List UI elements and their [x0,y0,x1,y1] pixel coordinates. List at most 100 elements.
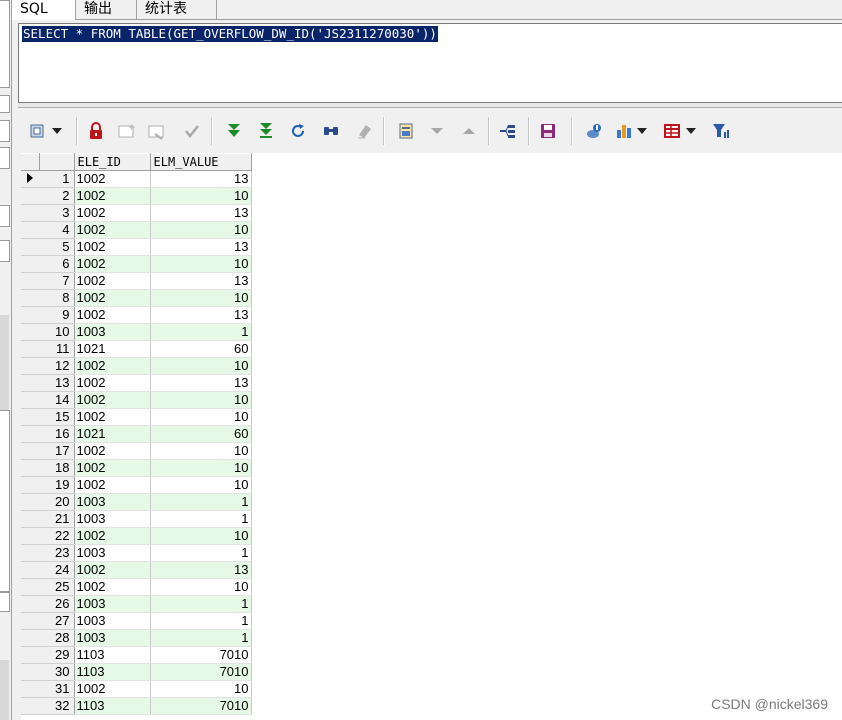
table-row[interactable]: 4 1002 10 [21,221,252,239]
export-icon[interactable] [583,120,605,142]
table-row[interactable]: 21 1003 1 [21,510,252,528]
row-indicator[interactable] [21,425,39,443]
row-number[interactable]: 10 [39,323,75,341]
row-number[interactable]: 15 [39,408,75,426]
cell-ele-id[interactable]: 1002 [74,476,151,494]
post-changes-icon[interactable] [181,120,203,142]
cell-elm-value[interactable]: 10 [150,255,252,273]
table-row[interactable]: 15 1002 10 [21,408,252,426]
table-row[interactable]: 20 1003 1 [21,493,252,511]
cell-ele-id[interactable]: 1103 [74,697,151,715]
table-row[interactable]: 9 1002 13 [21,306,252,324]
row-number[interactable]: 12 [39,357,75,375]
cell-elm-value[interactable]: 1 [150,544,252,562]
sql-text[interactable]: SELECT * FROM TABLE(GET_OVERFLOW_DW_ID('… [22,26,438,42]
row-number[interactable]: 1 [39,170,75,188]
row-indicator[interactable] [21,204,39,222]
table-row[interactable]: 14 1002 10 [21,391,252,409]
cell-elm-value[interactable]: 7010 [150,697,252,715]
row-indicator[interactable] [21,238,39,256]
cell-elm-value[interactable]: 13 [150,306,252,324]
table-row[interactable]: 31 1002 10 [21,680,252,698]
cell-ele-id[interactable]: 1002 [74,221,151,239]
next-record-icon[interactable] [426,120,448,142]
row-number[interactable]: 5 [39,238,75,256]
row-indicator[interactable] [21,442,39,460]
row-indicator[interactable] [21,544,39,562]
row-number[interactable]: 23 [39,544,75,562]
dropdown-arrow-icon[interactable] [684,120,698,142]
cell-elm-value[interactable]: 60 [150,425,252,443]
table-row[interactable]: 1 1002 13 [21,170,252,188]
table-row[interactable]: 24 1002 13 [21,561,252,579]
row-indicator[interactable] [21,527,39,545]
row-indicator[interactable] [21,476,39,494]
row-indicator[interactable] [21,408,39,426]
row-number[interactable]: 26 [39,595,75,613]
row-indicator[interactable] [21,612,39,630]
table-row[interactable]: 6 1002 10 [21,255,252,273]
table-row[interactable]: 28 1003 1 [21,629,252,647]
cell-elm-value[interactable]: 10 [150,442,252,460]
table-row[interactable]: 23 1003 1 [21,544,252,562]
cell-elm-value[interactable]: 10 [150,357,252,375]
row-indicator[interactable] [21,493,39,511]
query-by-example-icon[interactable] [395,120,417,142]
cell-elm-value[interactable]: 10 [150,459,252,477]
table-row[interactable]: 13 1002 13 [21,374,252,392]
cell-elm-value[interactable]: 13 [150,272,252,290]
cell-ele-id[interactable]: 1002 [74,578,151,596]
row-indicator[interactable] [21,221,39,239]
cell-ele-id[interactable]: 1003 [74,612,151,630]
table-row[interactable]: 19 1002 10 [21,476,252,494]
row-indicator[interactable] [21,187,39,205]
row-indicator[interactable] [21,289,39,307]
cell-elm-value[interactable]: 1 [150,612,252,630]
result-grid[interactable]: ELE_ID ELM_VALUE 1 1002 13 2 1002 10 3 1002 13 4 1… [21,153,842,720]
row-number[interactable]: 2 [39,187,75,205]
row-number[interactable]: 6 [39,255,75,273]
cell-ele-id[interactable]: 1002 [74,527,151,545]
row-indicator[interactable] [21,629,39,647]
cell-elm-value[interactable]: 10 [150,527,252,545]
cell-elm-value[interactable]: 10 [150,391,252,409]
table-row[interactable]: 17 1002 10 [21,442,252,460]
cell-elm-value[interactable]: 13 [150,204,252,222]
table-row[interactable]: 32 1103 7010 [21,697,252,715]
cell-ele-id[interactable]: 1002 [74,391,151,409]
cell-elm-value[interactable]: 7010 [150,646,252,664]
cell-ele-id[interactable]: 1103 [74,646,151,664]
row-number[interactable]: 29 [39,646,75,664]
insert-record-icon[interactable]: + [115,120,137,142]
table-row[interactable]: 3 1002 13 [21,204,252,222]
fetch-last-page-icon[interactable] [255,120,277,142]
table-row[interactable]: 26 1003 1 [21,595,252,613]
column-header-ele-id[interactable]: ELE_ID [73,153,151,171]
cell-elm-value[interactable]: 10 [150,221,252,239]
row-indicator[interactable] [21,272,39,290]
row-number[interactable]: 3 [39,204,75,222]
row-number[interactable]: 31 [39,680,75,698]
left-panel-strip[interactable] [0,0,12,720]
delete-record-icon[interactable] [145,120,167,142]
save-icon[interactable] [537,120,559,142]
row-number[interactable]: 16 [39,425,75,443]
table-row[interactable]: 27 1003 1 [21,612,252,630]
row-number[interactable]: 17 [39,442,75,460]
row-number[interactable]: 30 [39,663,75,681]
previous-record-icon[interactable] [458,120,480,142]
cell-elm-value[interactable]: 10 [150,476,252,494]
cell-elm-value[interactable]: 10 [150,187,252,205]
cell-ele-id[interactable]: 1002 [74,170,151,188]
table-row[interactable]: 12 1002 10 [21,357,252,375]
cell-elm-value[interactable]: 60 [150,340,252,358]
dropdown-arrow-icon[interactable] [50,120,64,142]
row-number[interactable]: 18 [39,459,75,477]
row-number[interactable]: 13 [39,374,75,392]
table-row[interactable]: 18 1002 10 [21,459,252,477]
table-row[interactable]: 8 1002 10 [21,289,252,307]
cell-ele-id[interactable]: 1003 [74,544,151,562]
single-record-view-icon[interactable] [497,120,519,142]
row-indicator[interactable] [21,391,39,409]
table-row[interactable]: 25 1002 10 [21,578,252,596]
